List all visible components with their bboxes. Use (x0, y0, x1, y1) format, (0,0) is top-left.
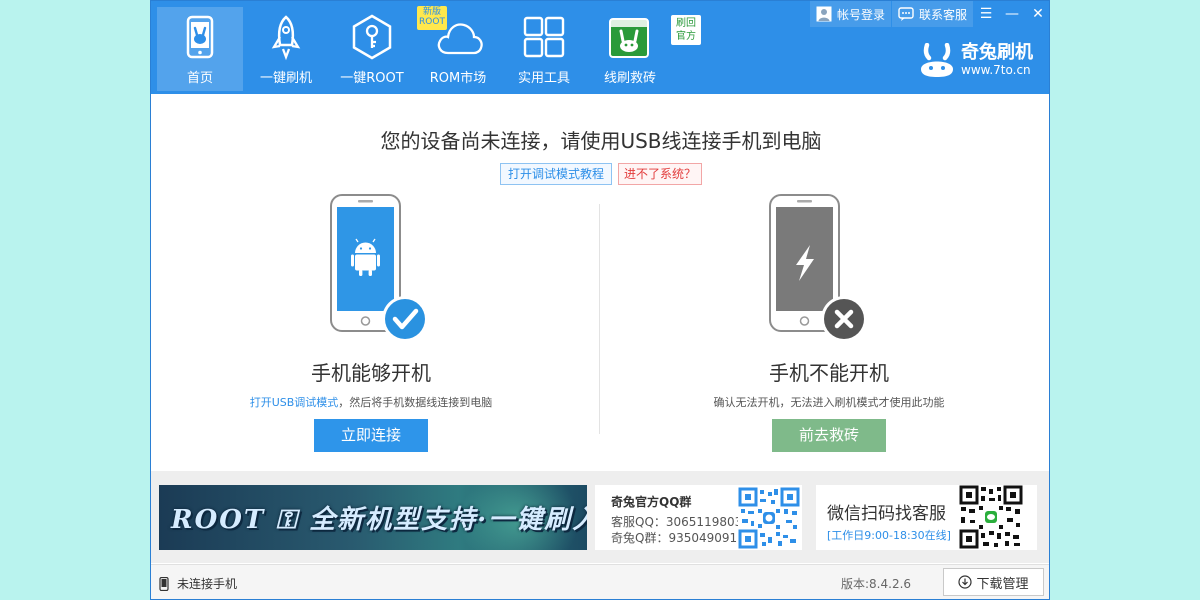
can-boot-description: 打开USB调试模式，然后将手机数据线连接到电脑 (249, 396, 493, 409)
rescue-rabbit-icon (609, 18, 649, 58)
column-divider (599, 204, 600, 434)
phone-rabbit-icon (186, 15, 214, 59)
status-bar: 未连接手机 版本:8.4.2.6 下载管理 (151, 564, 1049, 599)
download-manager-button[interactable]: 下载管理 (943, 568, 1044, 596)
nav-item-one-click-flash[interactable]: 一键刷机 (243, 7, 329, 91)
nav-item-home[interactable]: 首页 (157, 7, 243, 91)
cannot-enter-system-link[interactable]: 进不了系统？ (618, 163, 703, 185)
qq-group: 奇兔Q群：935049091 (611, 531, 738, 545)
wechat-title: 微信扫码找客服 (827, 504, 946, 524)
qq-qr-code-icon (738, 487, 800, 549)
android-phone-illustration (330, 194, 428, 342)
menu-icon[interactable]: ☰ (973, 1, 999, 27)
page-title: 您的设备尚未连接，请使用USB线连接手机到电脑 (380, 129, 822, 153)
x-badge-icon (821, 296, 867, 342)
phone-status-icon (159, 576, 169, 591)
title-bar-controls: 帐号登录 联系客服 ☰ — ✕ (809, 1, 1049, 27)
key-hexagon-icon (352, 14, 392, 60)
main-nav: 首页 一键刷机 一键ROOT ROM市场 实用工具 线刷救砖 (157, 7, 673, 91)
wechat-support-card: 微信扫码找客服 [工作日9:00-18:30在线] (816, 485, 1037, 550)
nav-item-tools[interactable]: 实用工具 (501, 7, 587, 91)
help-links: 打开调试模式教程 进不了系统？ (151, 163, 1049, 185)
qq-service: 客服QQ：3065119803 (611, 515, 743, 529)
rocket-icon (271, 15, 301, 61)
cannot-boot-title: 手机不能开机 (769, 361, 889, 385)
download-icon (958, 575, 973, 589)
broken-phone-illustration (769, 194, 867, 342)
wechat-qr-code-icon (959, 485, 1023, 549)
nav-label: 首页 (186, 71, 213, 86)
user-icon (816, 6, 832, 22)
flash-official-badge: 刷回 官方 (671, 15, 701, 45)
root-promo-banner[interactable]: ROOT ⚿ 全新机型支持·一键刷入 (159, 485, 587, 550)
wechat-hours: [工作日9:00-18:30在线] (827, 529, 951, 542)
contact-support-button[interactable]: 联系客服 (891, 1, 973, 27)
can-boot-panel: 手机能够开机 打开USB调试模式，然后将手机数据线连接到电脑 立即连接 (151, 191, 591, 452)
new-root-badge: 新版 ROOT (417, 6, 447, 30)
minimize-icon[interactable]: — (999, 1, 1025, 27)
qq-title: 奇兔官方QQ群 (611, 495, 692, 509)
support-icon (898, 7, 914, 21)
qq-group-card: 奇兔官方QQ群 客服QQ：3065119803 奇兔Q群：935049091 (595, 485, 802, 550)
login-button[interactable]: 帐号登录 (809, 1, 891, 27)
logo-url: www.7to.cn (961, 63, 1031, 77)
can-boot-title: 手机能够开机 (311, 361, 431, 385)
brand-logo: 奇兔刷机 www.7to.cn (919, 43, 1033, 77)
nav-label: 一键ROOT (340, 71, 404, 86)
close-icon[interactable]: ✕ (1025, 1, 1049, 27)
header: 首页 一键刷机 一键ROOT ROM市场 实用工具 线刷救砖 新版 ROOT 刷… (151, 1, 1049, 94)
connect-now-button[interactable]: 立即连接 (314, 419, 428, 452)
rabbit-logo-icon (921, 43, 953, 77)
connection-status: 未连接手机 (159, 575, 237, 592)
cannot-boot-panel: 手机不能开机 确认无法开机，无法进入刷机模式才使用此功能 前去救砖 (609, 191, 1049, 452)
nav-label: 一键刷机 (259, 71, 312, 86)
check-badge-icon (382, 296, 428, 342)
grid-tools-icon (523, 16, 565, 58)
nav-item-rescue[interactable]: 线刷救砖 (587, 7, 673, 91)
app-window: 首页 一键刷机 一键ROOT ROM市场 实用工具 线刷救砖 新版 ROOT 刷… (150, 0, 1050, 600)
debug-tutorial-link[interactable]: 打开调试模式教程 (499, 163, 612, 185)
banner-text: ROOT ⚿ 全新机型支持·一键刷入 (171, 505, 587, 535)
nav-label: 线刷救砖 (603, 71, 656, 86)
version-label: 版本:8.4.2.6 (841, 577, 912, 591)
logo-name: 奇兔刷机 (961, 42, 1033, 63)
nav-label: ROM市场 (429, 71, 487, 86)
rescue-brick-button[interactable]: 前去救砖 (772, 419, 886, 452)
nav-label: 实用工具 (517, 71, 570, 86)
nav-item-one-click-root[interactable]: 一键ROOT (329, 7, 415, 91)
cannot-boot-description: 确认无法开机，无法进入刷机模式才使用此功能 (713, 396, 945, 409)
